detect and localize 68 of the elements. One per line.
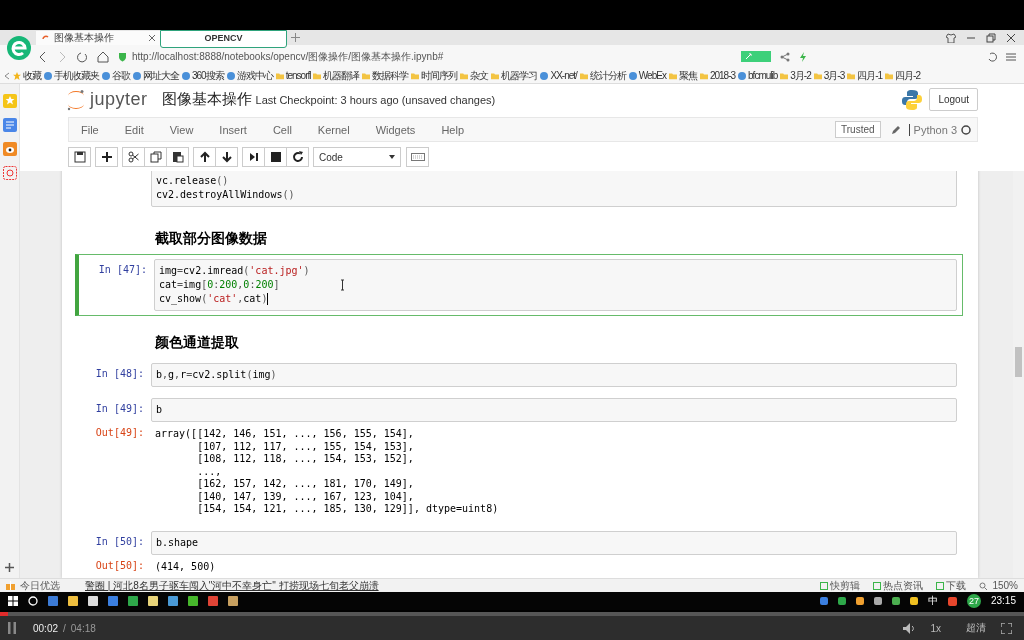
status-item[interactable]: 下载 — [936, 579, 967, 592]
status-item[interactable]: 热点资讯 — [873, 579, 924, 592]
bookmark[interactable]: 四月-2 — [885, 68, 920, 83]
jupyter-wordmark: jupyter — [90, 89, 148, 110]
bookmark[interactable]: bfcmulib — [738, 70, 778, 81]
status-item[interactable]: 快剪辑 — [820, 579, 861, 592]
bookmark[interactable]: 3月-2 — [780, 68, 811, 83]
input-prompt: In [49]: — [95, 403, 144, 414]
speed-button[interactable]: 1x — [930, 622, 941, 634]
status-label[interactable]: 今日优选 — [20, 579, 60, 592]
menu-item[interactable]: Widgets — [375, 123, 416, 136]
code-input[interactable]: b.shape — [151, 530, 957, 555]
section-heading: 颜色通道提取 — [154, 333, 239, 352]
menu-item[interactable]: Insert — [219, 123, 247, 136]
code-input[interactable]: img=cv2.imread('cat.jpg') cat=img[0:200,0:200] cv_show('cat',cat) — [154, 259, 957, 311]
bookmark[interactable]: 聚焦 — [668, 68, 697, 83]
bookmark[interactable]: 机器学习 — [491, 68, 538, 83]
elapsed-time: 00:02 — [33, 622, 59, 634]
clock: 23:15 — [990, 595, 1016, 607]
code-input[interactable]: b — [151, 398, 957, 422]
notebook-title[interactable]: 图像基本操作 — [161, 90, 252, 109]
input-method-indicator[interactable]: 中 — [927, 595, 938, 607]
bookmark[interactable]: 收藏 — [13, 68, 41, 83]
menu-item[interactable]: Kernel — [317, 123, 350, 136]
output-prompt: Out[50]: — [95, 559, 144, 571]
code-input[interactable]: vc.release() cv2.destroyAllWindows() — [151, 171, 957, 207]
tab-tooltip: OPENCV — [160, 30, 287, 48]
menu-item[interactable]: View — [169, 123, 194, 136]
menu-item[interactable]: File — [81, 123, 99, 136]
kernel-name[interactable]: Python 3 — [908, 123, 957, 136]
bookmark[interactable]: 手机收藏夹 — [44, 68, 99, 83]
output-prompt: Out[49]: — [95, 427, 144, 438]
menu-item[interactable]: Cell — [272, 123, 292, 136]
bookmark[interactable]: 时间序列 — [411, 68, 458, 83]
selected-cell[interactable]: In [47]: img=cv2.imread('cat.jpg') cat=img[0:200,0:200] cv_show('cat',cat) — [75, 254, 963, 316]
quality-button[interactable]: 超清 — [966, 621, 986, 635]
zoom-level[interactable]: 150% — [992, 579, 1018, 592]
menu-item[interactable]: Help — [441, 123, 464, 136]
bookmark[interactable]: 数据科学 — [362, 68, 409, 83]
bookmark[interactable]: XX-net/ — [540, 70, 577, 81]
output-text: (414, 500) — [154, 559, 217, 574]
browser-tab[interactable]: 图像基本操作 — [36, 31, 161, 45]
trusted-indicator[interactable]: Trusted — [835, 121, 881, 138]
bookmark[interactable]: 机器翻译 — [313, 68, 360, 83]
output-text: array([[142, 146, 151, ..., 156, 155, 154], [107, 112, 117, ..., 155, 154, 153], [108, 112, 118, ..., 154, 153, 152], ..., [162, 157, 142, ..., 181, 170, 149], [140, 147, 139, ..., 167, 123, 104], [154, 154, 121, ..., 185, 130, 129]], dtype=uint8) — [154, 427, 500, 516]
bookmark[interactable]: 360搜索 — [182, 68, 224, 83]
bookmark[interactable]: 网址大全 — [133, 68, 179, 83]
bookmark[interactable]: 杂文 — [460, 68, 489, 83]
input-prompt: In [50]: — [95, 535, 144, 547]
cell-type-dropdown[interactable]: Code — [313, 147, 401, 167]
bookmark[interactable]: tensorfl — [275, 70, 311, 81]
section-heading: 截取部分图像数据 — [154, 229, 267, 248]
bookmark[interactable]: 四月-1 — [847, 68, 883, 83]
bookmark[interactable]: 谷歌 — [102, 68, 130, 83]
bookmark[interactable]: 2018-3 — [699, 70, 736, 81]
bookmark[interactable]: 3月-3 — [813, 68, 845, 83]
checkpoint-status: Last Checkpoint: 3 hours ago (unsaved changes) — [255, 93, 496, 106]
menu-item[interactable]: Edit — [124, 123, 144, 136]
logout-button[interactable]: Logout — [929, 88, 978, 111]
total-duration: 04:18 — [70, 622, 96, 634]
time-separator: / — [63, 622, 66, 634]
bookmark[interactable]: 统计分析 — [579, 68, 626, 83]
code-input[interactable]: b,g,r=cv2.split(img) — [151, 363, 957, 387]
bookmark[interactable]: WebEx — [628, 70, 666, 81]
input-prompt: In [48]: — [95, 368, 144, 379]
bookmark[interactable]: 游戏中心 — [226, 68, 273, 83]
input-prompt: In [47]: — [98, 264, 147, 275]
news-link[interactable]: 警圈 | 河北8名男子驱车闯入"河中不幸身亡" 打捞现场七旬老父崩溃 — [85, 579, 379, 592]
